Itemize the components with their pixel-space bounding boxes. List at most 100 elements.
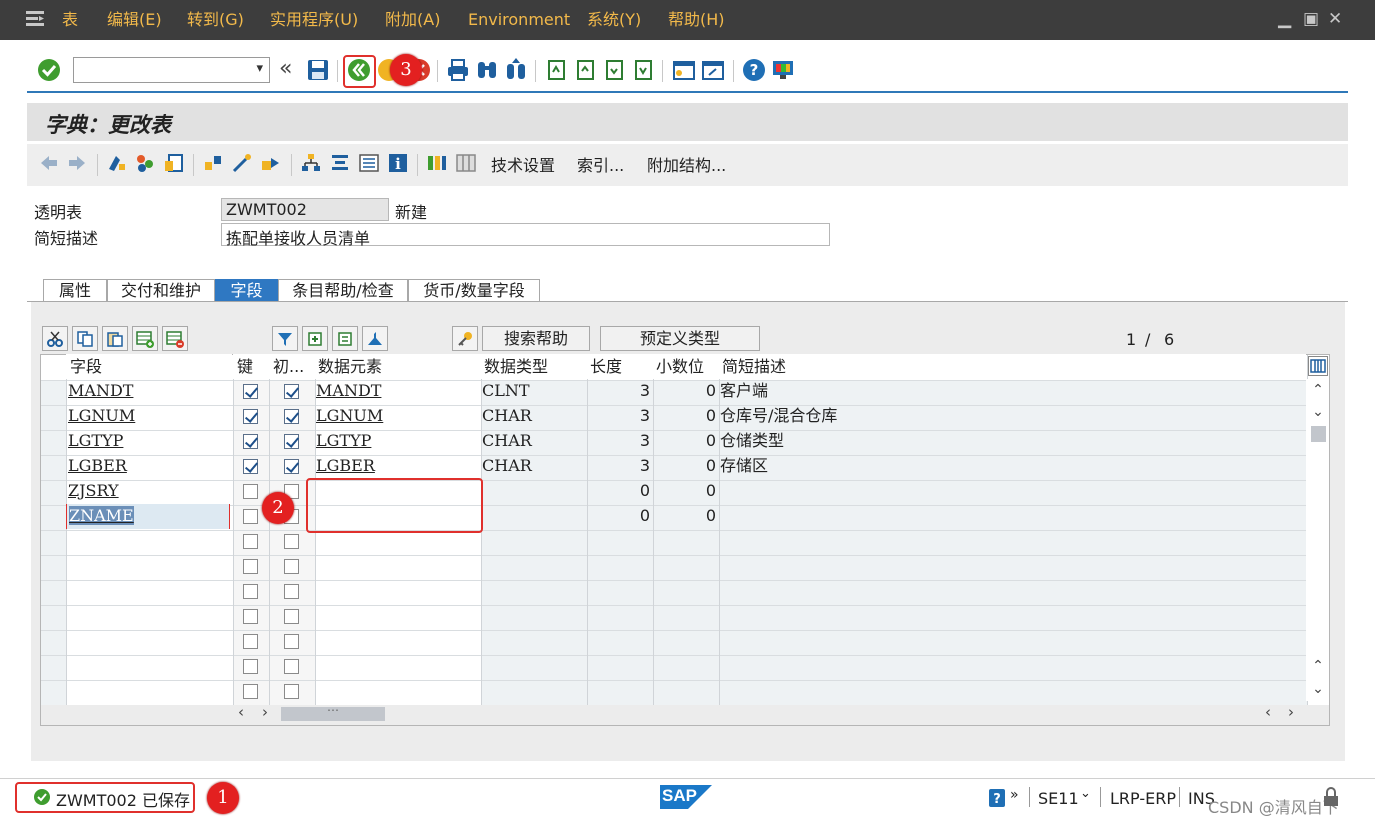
col-header-initial[interactable]: 初...: [269, 354, 314, 379]
active-inactive-icon[interactable]: [134, 152, 156, 174]
field-name-cell[interactable]: ZJSRY: [66, 479, 230, 504]
data-type-cell[interactable]: CHAR: [480, 429, 584, 454]
key-checkbox[interactable]: [243, 634, 258, 649]
menu-system[interactable]: 系统(Y): [587, 0, 641, 40]
key-button[interactable]: [452, 326, 478, 351]
command-field[interactable]: ▾: [73, 57, 270, 83]
data-type-cell[interactable]: CHAR: [480, 404, 584, 429]
activate-wand-icon[interactable]: [231, 152, 253, 174]
key-checkbox[interactable]: [243, 659, 258, 674]
data-type-cell[interactable]: CLNT: [480, 379, 584, 404]
short-desc-cell[interactable]: [718, 479, 1298, 504]
data-element-cell[interactable]: LGBER: [314, 454, 478, 479]
short-desc-cell[interactable]: 仓储类型: [718, 429, 1298, 454]
short-desc-cell[interactable]: 客户端: [718, 379, 1298, 404]
field-name-cell[interactable]: ZNAME: [66, 504, 230, 529]
col-header-data-type[interactable]: 数据类型: [480, 354, 586, 379]
menu-table[interactable]: 表: [62, 0, 78, 40]
filter-up-button[interactable]: [362, 326, 388, 351]
field-name-cell[interactable]: LGBER: [66, 454, 230, 479]
key-checkbox[interactable]: [243, 684, 258, 699]
delete-row-button[interactable]: [162, 326, 188, 351]
initial-value-checkbox[interactable]: [284, 559, 299, 574]
menu-help[interactable]: 帮助(H): [668, 0, 725, 40]
info-icon[interactable]: i: [387, 152, 409, 174]
decimals-cell[interactable]: 0: [652, 479, 718, 504]
append-structure-button[interactable]: 附加结构...: [647, 152, 726, 176]
scroll-thumb[interactable]: [1311, 426, 1326, 442]
length-cell[interactable]: 3: [586, 404, 652, 429]
data-type-cell[interactable]: CHAR: [480, 454, 584, 479]
help-status-icon[interactable]: ?: [989, 789, 1005, 807]
tab-currency-quantity[interactable]: 货币/数量字段: [408, 279, 540, 302]
paste-row-button[interactable]: [102, 326, 128, 351]
scroll-left-icon[interactable]: ‹: [238, 703, 244, 721]
initial-value-checkbox[interactable]: [284, 534, 299, 549]
length-cell[interactable]: 3: [586, 379, 652, 404]
tab-delivery-maintenance[interactable]: 交付和维护: [107, 279, 215, 302]
indexes-button[interactable]: 索引...: [577, 152, 624, 176]
key-checkbox[interactable]: [243, 584, 258, 599]
double-chevron-right-icon[interactable]: »: [1010, 787, 1019, 803]
decimals-cell[interactable]: 0: [652, 454, 718, 479]
expand-button[interactable]: [302, 326, 328, 351]
tech-settings-button[interactable]: 技术设置: [491, 152, 555, 176]
where-used-icon[interactable]: [260, 152, 282, 174]
key-checkbox[interactable]: [243, 409, 258, 424]
align-center-icon[interactable]: [329, 152, 351, 174]
col-header-data-element[interactable]: 数据元素: [314, 354, 480, 379]
initial-value-checkbox[interactable]: [284, 609, 299, 624]
short-desc-cell[interactable]: 存储区: [718, 454, 1298, 479]
key-checkbox[interactable]: [243, 459, 258, 474]
table-layout-icon[interactable]: [455, 152, 477, 174]
menu-environment[interactable]: Environment: [468, 0, 570, 40]
double-chevron-left-icon[interactable]: «: [279, 56, 292, 81]
arrow-left-icon[interactable]: [38, 152, 60, 174]
key-checkbox[interactable]: [243, 384, 258, 399]
sap-menu-icon[interactable]: [26, 11, 44, 27]
key-checkbox[interactable]: [243, 509, 258, 524]
col-header-decimals[interactable]: 小数位: [652, 354, 718, 379]
initial-value-checkbox[interactable]: [284, 434, 299, 449]
initial-value-checkbox[interactable]: [284, 684, 299, 699]
col-header-short-desc[interactable]: 简短描述: [718, 354, 1306, 379]
data-element-cell[interactable]: LGNUM: [314, 404, 478, 429]
chevron-down-icon[interactable]: ⌄: [1080, 786, 1091, 801]
initial-value-checkbox[interactable]: [284, 584, 299, 599]
tab-fields[interactable]: 字段: [215, 279, 278, 302]
customize-layout-icon[interactable]: [771, 58, 795, 82]
key-checkbox[interactable]: [243, 609, 258, 624]
scroll-right-icon[interactable]: ›: [262, 703, 268, 721]
decimals-cell[interactable]: 0: [652, 429, 718, 454]
scroll-left-end-icon[interactable]: ‹: [1265, 703, 1271, 721]
shortcut-icon[interactable]: [701, 58, 725, 82]
data-element-cell[interactable]: MANDT: [314, 379, 478, 404]
key-checkbox[interactable]: [243, 484, 258, 499]
scroll-down-icon[interactable]: ⌄: [1310, 404, 1326, 420]
column-icon[interactable]: [426, 152, 448, 174]
previous-page-icon[interactable]: [573, 58, 597, 82]
initial-value-checkbox[interactable]: [284, 659, 299, 674]
next-page-icon[interactable]: [602, 58, 626, 82]
short-desc-cell[interactable]: 仓库号/混合仓库: [718, 404, 1298, 429]
find-next-icon[interactable]: [504, 58, 528, 82]
save-icon[interactable]: [306, 58, 330, 82]
horizontal-scroll-thumb[interactable]: ⋯: [281, 703, 385, 721]
data-element-cell[interactable]: LGTYP: [314, 429, 478, 454]
key-checkbox[interactable]: [243, 434, 258, 449]
scroll-up-bottom-icon[interactable]: ⌃: [1310, 658, 1326, 674]
column-config-button[interactable]: [1308, 356, 1328, 376]
initial-value-checkbox[interactable]: [284, 384, 299, 399]
restore-icon[interactable]: ▣: [1303, 0, 1319, 40]
initial-value-checkbox[interactable]: [284, 459, 299, 474]
decimals-cell[interactable]: 0: [652, 404, 718, 429]
key-checkbox[interactable]: [243, 534, 258, 549]
list-icon[interactable]: [358, 152, 380, 174]
length-cell[interactable]: 0: [586, 479, 652, 504]
insert-row-button[interactable]: [132, 326, 158, 351]
arrow-right-icon[interactable]: [66, 152, 88, 174]
col-header-length[interactable]: 长度: [586, 354, 652, 379]
tab-attributes[interactable]: 属性: [43, 279, 107, 302]
scroll-right-end-icon[interactable]: ›: [1288, 703, 1294, 721]
col-header-key[interactable]: 键: [233, 354, 269, 379]
